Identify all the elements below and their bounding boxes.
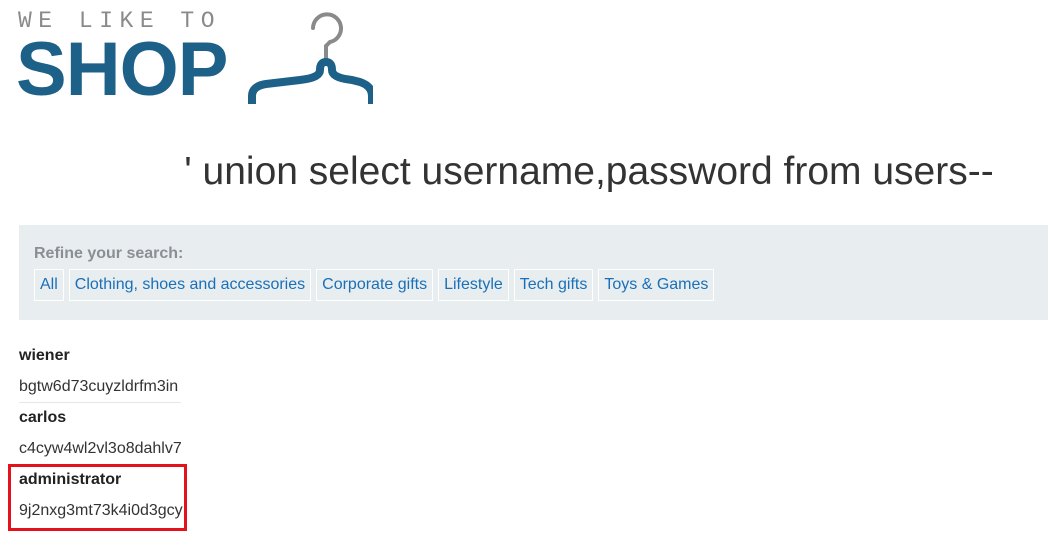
- password-cell: bgtw6d73cuyzldrfm3in: [19, 378, 179, 395]
- filter-corporate-gifts[interactable]: Corporate gifts: [316, 269, 434, 301]
- highlight-box: [8, 464, 187, 531]
- hanger-icon: [248, 12, 373, 104]
- username-cell: carlos: [19, 409, 67, 426]
- filter-all[interactable]: All: [34, 269, 64, 301]
- filter-tech-gifts[interactable]: Tech gifts: [513, 269, 594, 301]
- filter-panel: Refine your search: All Clothing, shoes …: [19, 225, 1048, 320]
- table-row: carlos c4cyw4wl2vl3o8dahlv7: [19, 402, 189, 465]
- site-logo[interactable]: WE LIKE TO SHOP: [16, 8, 378, 112]
- table-row: wiener bgtw6d73cuyzldrfm3in: [19, 340, 189, 403]
- filter-list: All Clothing, shoes and accessories Corp…: [34, 269, 715, 301]
- logo-wordmark: SHOP: [16, 27, 228, 112]
- filter-clothing[interactable]: Clothing, shoes and accessories: [68, 269, 312, 301]
- filter-label: Refine your search:: [34, 245, 184, 262]
- filter-lifestyle[interactable]: Lifestyle: [438, 269, 509, 301]
- username-cell: wiener: [19, 347, 70, 364]
- password-cell: c4cyw4wl2vl3o8dahlv7: [19, 440, 182, 457]
- filter-toys-games[interactable]: Toys & Games: [598, 269, 715, 301]
- search-results-title: ' union select username,password from us…: [184, 150, 994, 193]
- page: WE LIKE TO SHOP ' union select username,…: [0, 0, 1048, 543]
